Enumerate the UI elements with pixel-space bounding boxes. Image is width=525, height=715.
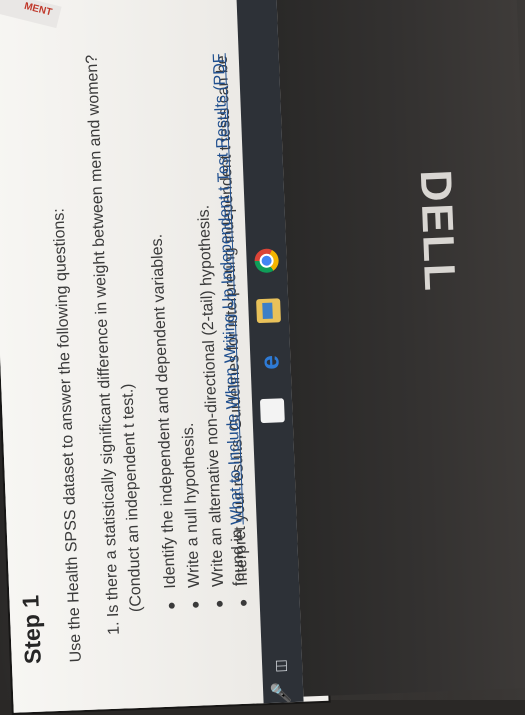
- question-1: 1. Is there a statistically significant …: [83, 54, 123, 636]
- bullet-icon: [168, 602, 175, 609]
- microphone-icon[interactable]: 🎤: [271, 680, 296, 705]
- assignment-page: Step 1 Use the Health SPSS dataset to an…: [0, 0, 264, 713]
- edge-icon[interactable]: e: [254, 348, 285, 373]
- bullet-icon: [240, 599, 247, 607]
- monitor: Step 1 Use the Health SPSS dataset to an…: [0, 0, 525, 713]
- store-icon[interactable]: [259, 398, 285, 424]
- file-explorer-icon[interactable]: [256, 298, 281, 324]
- chrome-icon[interactable]: [254, 248, 280, 274]
- step-title: Step 1: [17, 594, 46, 665]
- instructions-intro: Use the Health SPSS dataset to answer th…: [50, 207, 85, 663]
- bullet-icon: [192, 601, 199, 608]
- screen: Step 1 Use the Health SPSS dataset to an…: [0, 0, 329, 713]
- bullet-icon: [216, 600, 223, 607]
- dell-logo: DELL: [410, 168, 465, 294]
- question-1-note: (Conduct an independent t test.): [119, 383, 145, 613]
- task-view-icon[interactable]: ◫: [272, 648, 297, 673]
- monitor-bezel: [276, 0, 525, 697]
